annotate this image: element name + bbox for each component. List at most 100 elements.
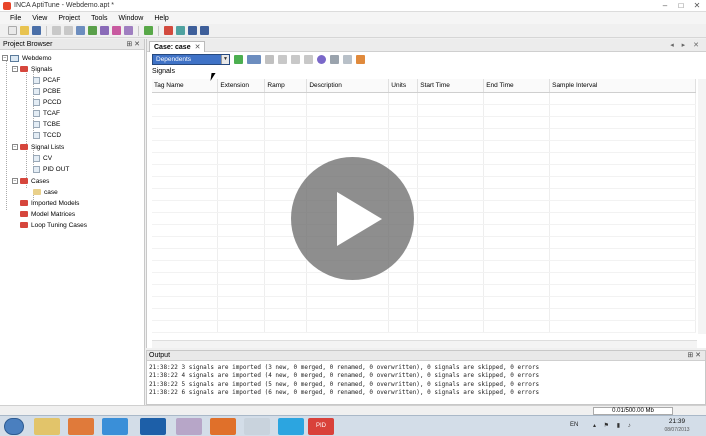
paste-icon[interactable] <box>64 26 73 35</box>
table-cell[interactable] <box>152 104 219 117</box>
table-row[interactable] <box>152 128 696 141</box>
table-cell[interactable] <box>152 320 219 333</box>
table-cell[interactable] <box>152 308 219 321</box>
tree-folder-loop-tuning-cases[interactable]: Loop Tuning Cases <box>20 220 87 230</box>
table-cell[interactable] <box>483 92 551 105</box>
table-cell[interactable] <box>152 140 219 153</box>
table-cell[interactable] <box>217 284 266 297</box>
table-row[interactable] <box>152 152 696 165</box>
column-header[interactable]: Extension <box>217 79 266 93</box>
export-icon[interactable] <box>356 54 365 64</box>
table-cell[interactable] <box>217 152 266 165</box>
maximize-button[interactable]: □ <box>676 1 686 10</box>
table-cell[interactable] <box>264 104 308 117</box>
table-cell[interactable] <box>549 152 696 165</box>
table-cell[interactable] <box>483 104 551 117</box>
open-folder-icon[interactable] <box>20 26 29 35</box>
table-cell[interactable] <box>264 284 308 297</box>
column-header[interactable]: Tag Name <box>152 79 219 93</box>
table-cell[interactable] <box>483 272 551 285</box>
table-cell[interactable] <box>417 200 485 213</box>
browser-taskbar-icon[interactable] <box>102 418 128 435</box>
table-cell[interactable] <box>549 140 696 153</box>
table-cell[interactable] <box>417 128 485 141</box>
tree-item-signal-list[interactable]: PID OUT <box>33 164 69 174</box>
table-cell[interactable] <box>264 272 308 285</box>
menu-window[interactable]: Window <box>118 15 143 22</box>
table-cell[interactable] <box>549 284 696 297</box>
table-cell[interactable] <box>152 92 219 105</box>
new-file-icon[interactable] <box>8 26 17 35</box>
table-cell[interactable] <box>264 296 308 309</box>
table-row[interactable] <box>152 200 696 213</box>
table-cell[interactable] <box>417 140 485 153</box>
table-row[interactable] <box>152 272 696 285</box>
table-row[interactable] <box>152 236 696 249</box>
table-cell[interactable] <box>217 272 266 285</box>
menu-help[interactable]: Help <box>154 15 168 22</box>
add-signal-icon[interactable] <box>234 54 243 64</box>
table-cell[interactable] <box>388 92 419 105</box>
table-cell[interactable] <box>417 308 485 321</box>
table-cell[interactable] <box>388 116 419 129</box>
info-icon[interactable] <box>317 54 326 64</box>
table-cell[interactable] <box>417 176 485 189</box>
table-cell[interactable] <box>417 104 485 117</box>
table-row[interactable] <box>152 320 696 333</box>
tree-item-signal[interactable]: PCCD <box>33 97 61 107</box>
table-cell[interactable] <box>417 224 485 237</box>
table-cell[interactable] <box>152 296 219 309</box>
table-cell[interactable] <box>217 188 266 201</box>
table-cell[interactable] <box>549 308 696 321</box>
table-row[interactable] <box>152 104 696 117</box>
table-cell[interactable] <box>483 224 551 237</box>
table-cell[interactable] <box>483 176 551 189</box>
column-header[interactable]: Ramp <box>264 79 308 93</box>
table-cell[interactable] <box>417 260 485 273</box>
table-cell[interactable] <box>217 176 266 189</box>
table-cell[interactable] <box>152 236 219 249</box>
column-header[interactable]: End Time <box>483 79 551 93</box>
table-row[interactable] <box>152 116 696 129</box>
menu-project[interactable]: Project <box>58 15 80 22</box>
table-cell[interactable] <box>549 104 696 117</box>
table-cell[interactable] <box>417 212 485 225</box>
tree-folder-signals[interactable]: − Signals <box>12 64 52 74</box>
table-cell[interactable] <box>549 188 696 201</box>
table-cell[interactable] <box>388 104 419 117</box>
table-cell[interactable] <box>217 128 266 141</box>
panel-pin-close-icon[interactable]: ⊞ ✕ <box>687 351 701 359</box>
table-cell[interactable] <box>388 320 419 333</box>
table-cell[interactable] <box>217 320 266 333</box>
table-cell[interactable] <box>306 284 390 297</box>
table-cell[interactable] <box>549 176 696 189</box>
column-header[interactable]: Units <box>388 79 419 93</box>
table-cell[interactable] <box>217 248 266 261</box>
table-cell[interactable] <box>549 116 696 129</box>
table-cell[interactable] <box>483 308 551 321</box>
tree-folder-signal-lists[interactable]: − Signal Lists <box>12 142 64 152</box>
tree-folder-model-matrices[interactable]: Model Matrices <box>20 209 75 219</box>
tree-item-signal[interactable]: TCCD <box>33 130 61 140</box>
media-player-taskbar-icon[interactable] <box>68 418 94 435</box>
table-cell[interactable] <box>417 116 485 129</box>
layout-icon[interactable] <box>188 26 197 35</box>
move-up-icon[interactable] <box>291 54 300 64</box>
chevron-down-icon[interactable]: ▼ <box>221 54 229 64</box>
tree-folder-cases[interactable]: − Cases <box>12 176 49 186</box>
menu-view[interactable]: View <box>32 15 47 22</box>
table-row[interactable] <box>152 284 696 297</box>
tray-icons[interactable]: ▴ ⚑ ▮ ♪ <box>593 422 634 429</box>
table-row[interactable] <box>152 212 696 225</box>
tree-item-signal-list[interactable]: CV <box>33 153 52 163</box>
table-cell[interactable] <box>549 212 696 225</box>
table-cell[interactable] <box>217 296 266 309</box>
table-cell[interactable] <box>549 248 696 261</box>
collapse-icon[interactable]: − <box>12 178 18 184</box>
add-group-icon[interactable] <box>247 54 261 64</box>
table-cell[interactable] <box>483 296 551 309</box>
table-cell[interactable] <box>483 284 551 297</box>
table-cell[interactable] <box>549 260 696 273</box>
table-cell[interactable] <box>217 200 266 213</box>
table-cell[interactable] <box>388 284 419 297</box>
